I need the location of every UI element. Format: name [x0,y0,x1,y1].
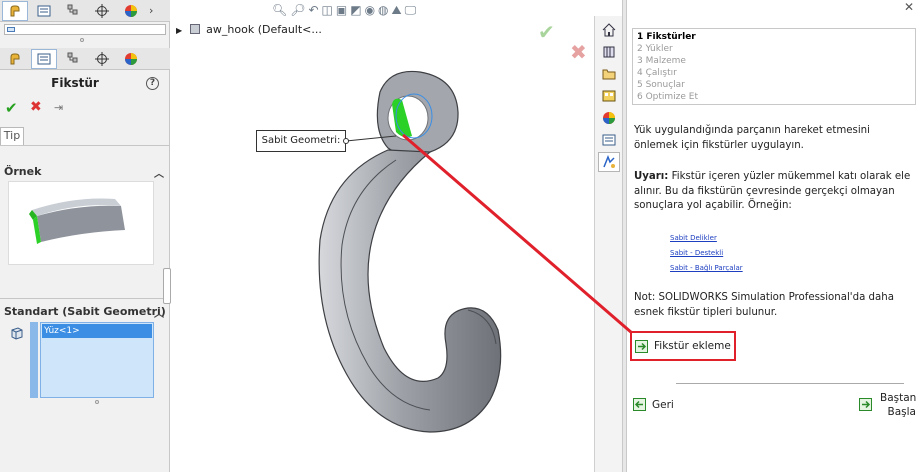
appearance-icon [125,4,137,17]
top-tabbar: › [0,0,170,22]
note-paragraph: Not: SOLIDWORKS Simulation Professional'… [634,292,894,318]
add-fixture-label: Fikstür ekleme [654,340,731,352]
design-library-icon [603,46,615,58]
tab2-display-manager[interactable] [118,49,144,69]
step-optimize[interactable]: 6 Optimize Et [637,91,911,103]
second-tabbar [0,48,170,70]
cancel-x-icon[interactable]: ✖ [30,99,42,115]
link-fixed-supported[interactable]: Sabit - Destekli [670,249,723,257]
warning-paragraph: Uyarı: Fikstür içeren yüzler mükemmel ka… [634,170,916,214]
selection-box-side [30,322,38,398]
simulation-advisor-tab[interactable] [598,152,620,172]
group-header-standard[interactable]: Standart (Sabit Geometri) ︿ [4,305,166,320]
back-button[interactable]: Geri [633,398,674,411]
splitter-dot-icon[interactable] [80,38,84,42]
link-fixed-bonded-parts[interactable]: Sabit - Bağlı Parçalar [670,264,743,272]
crosshair-icon [95,51,109,66]
home-icon [602,23,616,37]
divider [676,383,904,384]
configuration-icon [67,4,78,14]
feature-manager-icon [10,5,20,16]
divider [0,145,170,146]
custom-properties-tab[interactable] [598,130,620,150]
wizard-steps: 1 Fikstürler 2 Yükler 3 Malzeme 4 Çalışt… [632,28,916,105]
step-material[interactable]: 3 Malzeme [637,55,911,67]
tab2-property-manager[interactable] [31,48,57,69]
filter-icon [7,27,15,32]
link-fixed-holes[interactable]: Sabit Delikler [670,234,717,242]
tab2-dimxpert[interactable] [89,49,115,69]
tab-configuration-manager[interactable] [60,1,86,21]
group-header-example[interactable]: Örnek ︿ [4,165,166,180]
panel-resize-handle[interactable] [163,268,171,304]
appearance-icon [125,52,137,65]
hook-model[interactable] [171,0,594,472]
step-loads[interactable]: 2 Yükler [637,43,911,55]
tab-dimxpert[interactable] [89,1,115,21]
pin-icon[interactable]: ⇥ [54,101,63,114]
example-part-image [29,198,125,244]
appearances-tab[interactable] [598,108,620,128]
restart-label-line1: Baştan [880,392,917,404]
close-icon[interactable]: ✕ [904,0,914,14]
page-title: Fikstür [51,76,99,90]
property-manager-icon [37,5,51,16]
arrow-right-icon [635,339,648,353]
tab2-feature-manager[interactable] [2,49,28,69]
property-manager-icon [37,53,51,64]
intro-paragraph: Yük uygulandığında parçanın hareket etme… [634,125,870,151]
file-explorer-tab[interactable] [598,64,620,84]
example-preview [8,181,154,265]
restart-label[interactable]: Baştan Başla [880,391,916,419]
folder-icon [602,69,616,80]
step-results[interactable]: 5 Sonuçlar [637,79,911,91]
ok-checkmark-icon[interactable]: ✔ [5,99,18,117]
divider [0,298,170,299]
selection-list[interactable]: Yüz<1> [40,322,154,398]
configuration-icon [67,52,78,62]
property-manager: › Fikstür ? ✔ ✖ ⇥ Tip Örnek ︿ Standart (… [0,0,170,472]
tab-property-manager[interactable] [31,1,57,21]
solidworks-resources-tab[interactable] [598,20,620,40]
list-item[interactable]: Yüz<1> [42,324,152,338]
view-palette-icon [602,90,616,102]
custom-properties-icon [602,134,616,146]
appearance-icon [603,112,615,124]
more-tabs-chevron-icon[interactable]: › [149,4,153,17]
tab-tip[interactable]: Tip [0,127,24,145]
face-selection-icon [10,326,24,343]
tab-display-manager[interactable] [118,1,144,21]
feature-manager-icon [10,53,20,64]
collapse-chevron-icon[interactable]: ︿ [154,305,164,320]
simulation-advisor-icon [603,155,615,168]
arrow-left-icon [633,398,646,411]
standard-header-label: Standart (Sabit Geometri) [4,305,166,318]
step-fixtures[interactable]: 1 Fikstürler [637,31,911,43]
restart-label-line2: Başla [887,406,916,418]
help-icon[interactable]: ? [146,77,159,90]
warning-text: Fikstür içeren yüzler mükemmel katı olar… [634,171,911,211]
restart-button[interactable] [859,398,878,414]
tab-feature-manager[interactable] [2,0,28,21]
flyout-filter-bar[interactable] [4,24,166,35]
design-library-tab[interactable] [598,42,620,62]
warning-label: Uyarı: [634,171,669,182]
fixture-callout[interactable]: Sabit Geometri: [256,130,346,152]
view-palette-tab[interactable] [598,86,620,106]
crosshair-icon [95,3,109,18]
add-fixture-button[interactable]: Fikstür ekleme [630,331,736,361]
arrow-right-icon [859,398,872,411]
collapse-chevron-icon[interactable]: ︿ [154,165,164,180]
step-run[interactable]: 4 Çalıştır [637,67,911,79]
task-pane-tabs [594,16,622,472]
tab2-configuration-manager[interactable] [60,49,86,69]
splitter-dot-icon[interactable] [95,400,99,404]
example-header-label: Örnek [4,165,42,178]
hook-body[interactable] [318,149,502,433]
back-label: Geri [652,398,674,411]
